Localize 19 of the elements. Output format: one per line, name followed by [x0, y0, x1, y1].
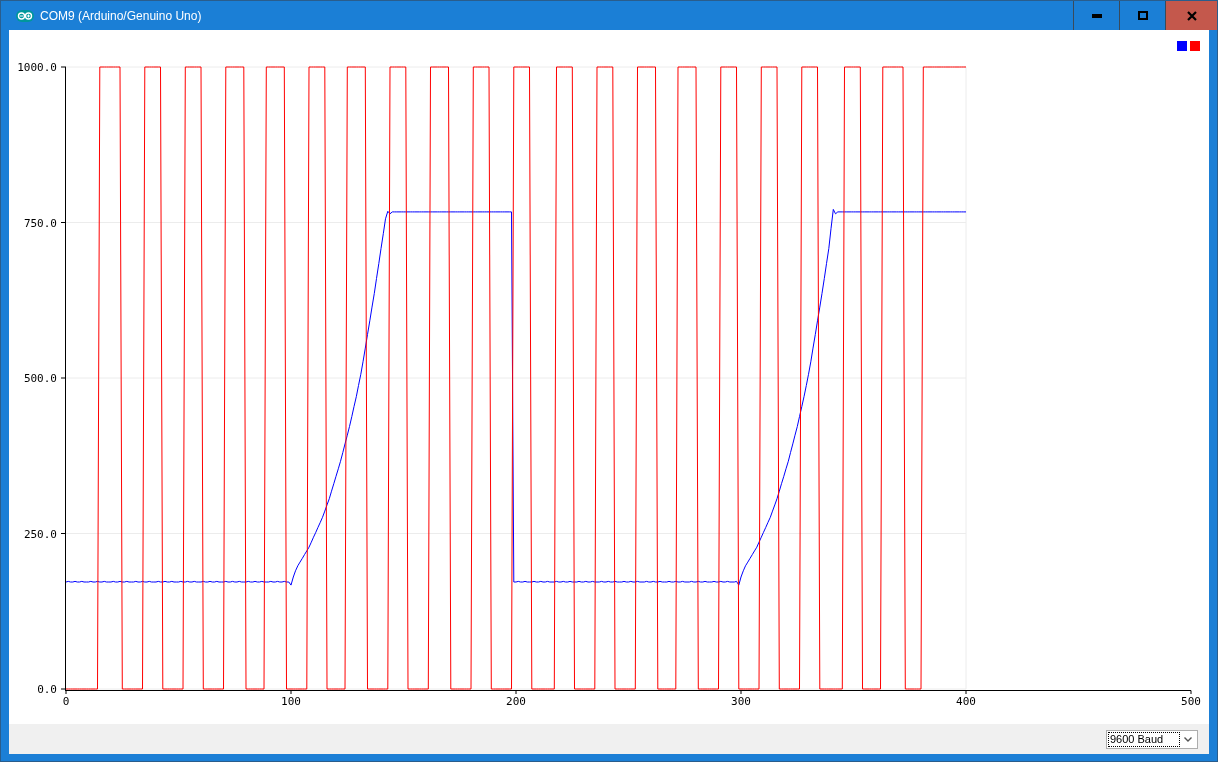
y-tick-label: 1000.0	[17, 61, 57, 74]
x-tick-label: 500	[1181, 695, 1201, 708]
baud-rate-dropdown[interactable]: 9600 Baud	[1106, 729, 1198, 749]
window-title: COM9 (Arduino/Genuino Uno)	[40, 8, 203, 23]
minimize-icon	[1091, 13, 1102, 18]
x-tick-label: 0	[62, 695, 70, 708]
close-button[interactable]	[1165, 1, 1217, 30]
y-tick-label: 0.0	[37, 683, 57, 696]
maximize-icon	[1137, 11, 1148, 20]
x-tick-label: 100	[281, 695, 301, 708]
x-tick-label: 200	[506, 695, 526, 708]
app-logo-icon	[16, 9, 34, 22]
y-tick-label: 500.0	[23, 372, 57, 385]
y-tick-label: 750.0	[23, 216, 57, 230]
close-icon	[1186, 10, 1197, 21]
x-tick-label: 400	[956, 695, 976, 708]
y-tick-label: 250.0	[23, 527, 57, 541]
x-tick-label: 300	[731, 695, 751, 708]
caret-icon	[1184, 736, 1192, 742]
